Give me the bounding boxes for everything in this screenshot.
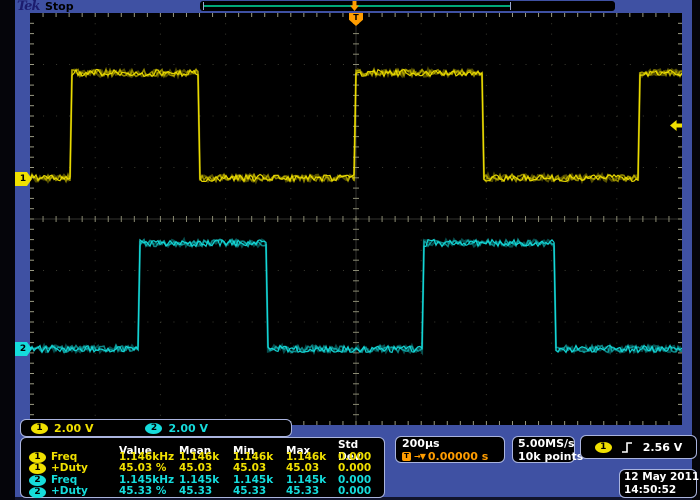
right-bezel-column <box>692 0 700 500</box>
datetime-readout: 12 May 2011 14:50:52 <box>619 469 697 498</box>
record-view-bar <box>200 1 615 11</box>
channel2-badge: 2 <box>29 487 46 498</box>
trigger-source-badge: 1 <box>595 442 612 453</box>
measurement-table: Value Mean Min Max Std Dev 1 Freq 1.146k… <box>20 437 385 498</box>
channel1-scale: 2.00 V <box>54 422 93 435</box>
window-bracket-right <box>510 2 511 10</box>
acquisition-readout: 5.00MS/s 10k points <box>512 436 575 463</box>
sample-rate: 5.00MS/s <box>518 437 569 450</box>
channel2-badge: 2 <box>145 423 162 434</box>
timebase-scale: 200µs <box>402 437 498 450</box>
tek-logo: Tek <box>17 0 39 14</box>
record-trigger-position-icon <box>350 1 359 11</box>
window-bracket-left <box>203 2 204 10</box>
oscilloscope-screen: Tek Stop T 1 2 1 2.00 V 2 2.00 V Value M… <box>0 0 700 500</box>
channel-scale-readout: 1 2.00 V 2 2.00 V <box>20 419 292 437</box>
trigger-t-icon: T <box>402 452 411 461</box>
left-bezel-column <box>0 0 15 500</box>
channel1-badge: 1 <box>29 463 46 474</box>
channel2-scale: 2.00 V <box>168 422 207 435</box>
horizontal-position: T→▼ 0.00000 s <box>402 450 498 463</box>
channel1-badge: 1 <box>29 452 46 463</box>
measurement-row-ch2-duty: 2 +Duty 45.33 % 45.33 45.33 45.33 0.000 <box>29 486 384 498</box>
position-arrow-icon: →▼ <box>414 450 425 463</box>
measurement-name: 2 +Duty <box>29 486 119 498</box>
horizontal-readout: 200µs T→▼ 0.00000 s <box>395 436 505 463</box>
channel2-badge: 2 <box>29 475 46 486</box>
trigger-readout: 1 2.56 V <box>580 435 697 459</box>
channel1-badge: 1 <box>31 423 48 434</box>
horizontal-position-value: 0.00000 s <box>428 450 488 463</box>
trigger-level: 2.56 V <box>643 441 682 454</box>
measurement-header-row: Value Mean Min Max Std Dev <box>29 440 384 452</box>
acquisition-status: Stop <box>45 0 74 13</box>
graticule <box>30 13 682 425</box>
waveform-display <box>30 13 682 425</box>
time-label: 14:50:52 <box>624 484 692 497</box>
record-length: 10k points <box>518 450 569 463</box>
rising-edge-icon <box>621 441 634 454</box>
date-label: 12 May 2011 <box>624 471 692 484</box>
